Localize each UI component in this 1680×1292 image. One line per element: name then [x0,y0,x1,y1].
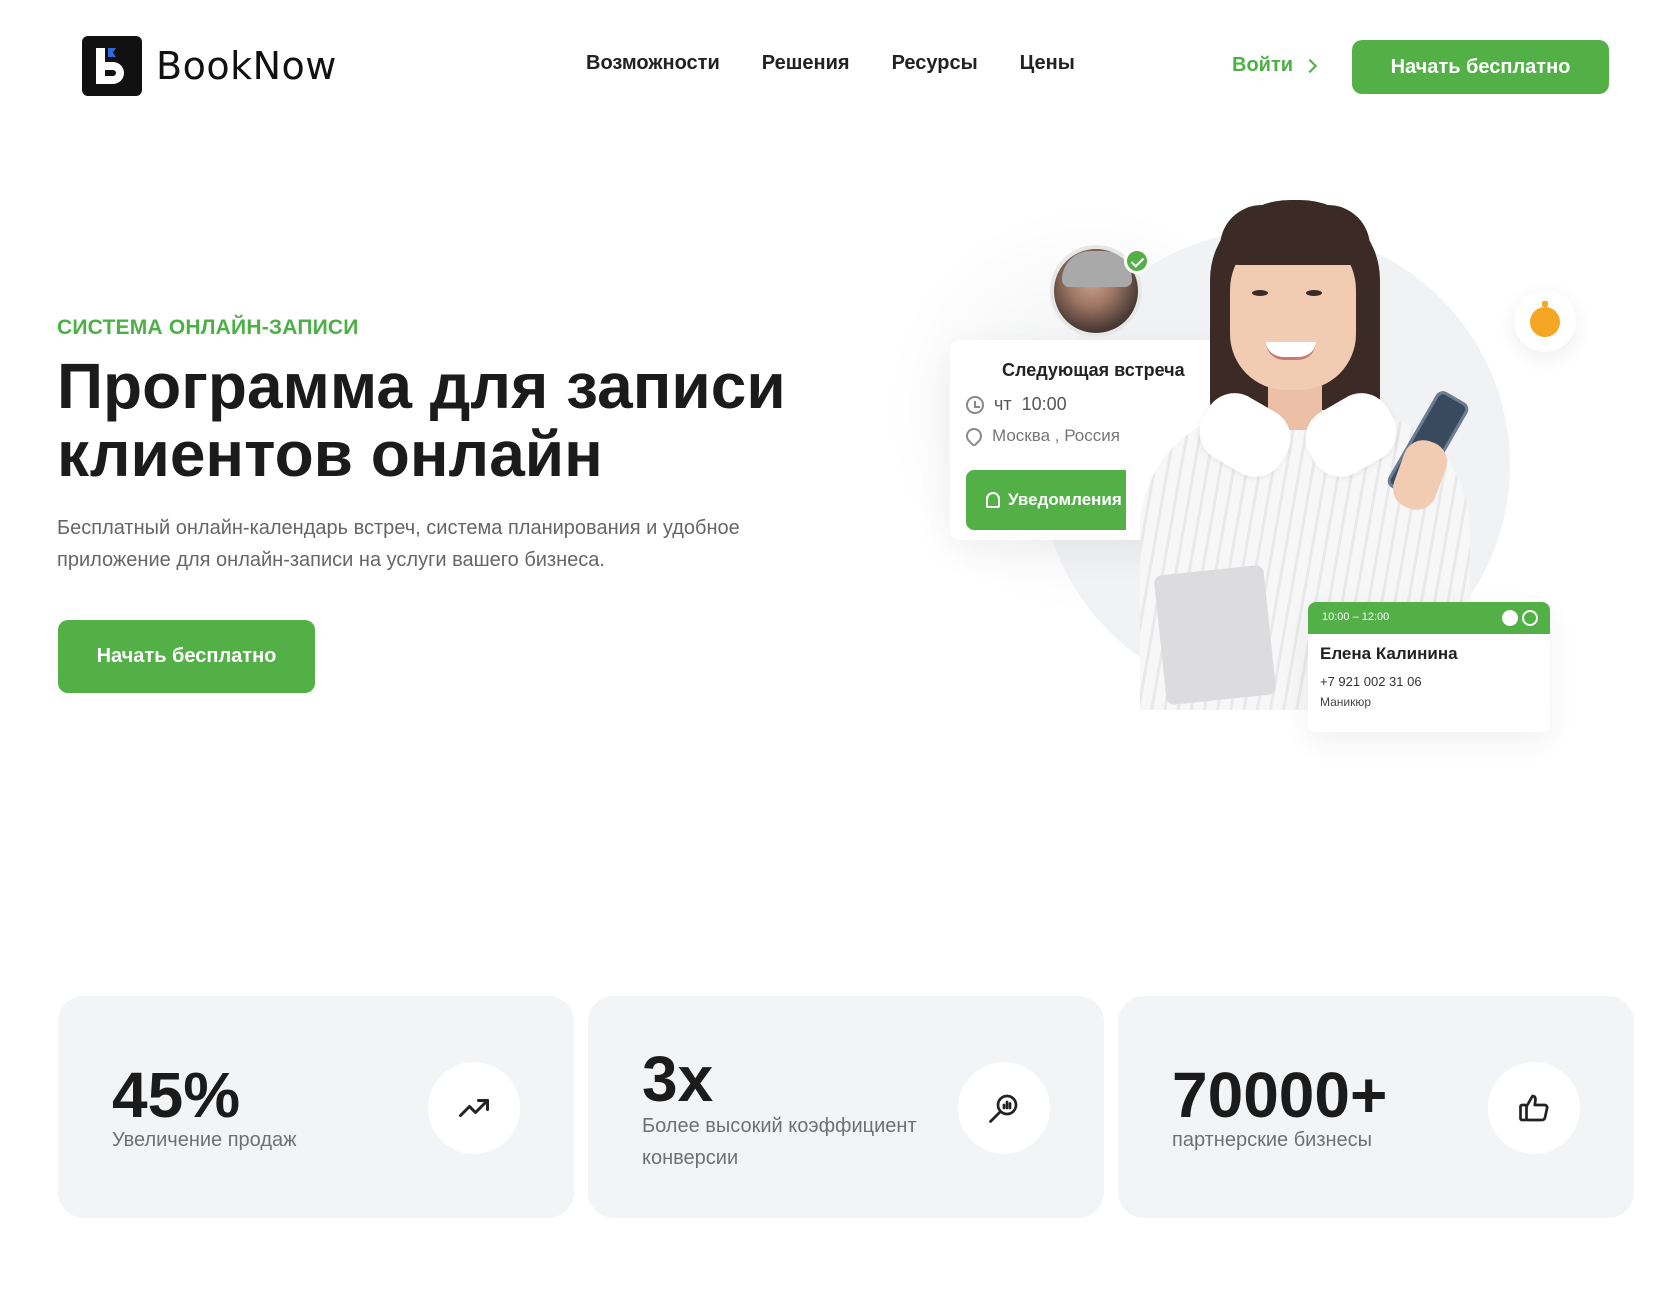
nav-item-pricing[interactable]: Цены [1020,52,1075,75]
nav-item-features[interactable]: Возможности [586,52,720,75]
stopwatch-icon [1514,290,1576,352]
chat-icon [1502,610,1518,626]
logo-text: BookNow [156,44,337,88]
appointment-time-range: 10:00 – 12:00 [1322,611,1390,623]
site-header: BookNow Возможности Решения Ресурсы Цены… [0,0,1680,140]
add-icon [1522,610,1538,626]
nav-item-resources[interactable]: Ресурсы [892,52,978,75]
hero-eyebrow: СИСТЕМА ОНЛАЙН-ЗАПИСИ [57,316,359,339]
logo-icon [82,36,142,96]
meeting-day: чт [994,394,1012,414]
stat-label: Увеличение продаж [112,1129,297,1151]
search-analytics-icon [958,1062,1050,1154]
thumbs-up-icon [1488,1062,1580,1154]
meeting-time: чт 10:00 [966,394,1067,415]
stat-value: 70000+ [1172,1059,1388,1131]
clock-icon [966,395,984,414]
login-label: Войти [1232,54,1294,76]
stat-label: партнерские бизнесы [1172,1129,1373,1151]
client-appointment-card: 10:00 – 12:00 Елена Калинина +7 921 002 … [1308,602,1550,732]
bell-icon [986,492,1000,508]
location-pin-icon [966,426,986,446]
logo[interactable]: BookNow [82,36,337,96]
stat-label: Более высокий коэффициент конверсии [642,1115,917,1169]
stat-value: 45% [112,1059,241,1131]
chevron-right-icon [1302,58,1318,73]
client-phone: +7 921 002 31 06 [1320,674,1422,689]
meeting-time-value: 10:00 [1021,394,1067,414]
hero-illustration: Следующая встреча чт 10:00 Москва , Росс… [880,190,1600,790]
login-link[interactable]: Войти [1232,54,1318,77]
hero-start-free-button[interactable]: Начать бесплатно [58,620,315,693]
stat-value: 3x [642,1043,714,1115]
client-name: Елена Калинина [1320,644,1458,663]
stat-card-partners: 70000+ партнерские бизнесы [1118,996,1634,1218]
main-nav: Возможности Решения Ресурсы Цены [586,52,1075,75]
nav-item-solutions[interactable]: Решения [762,52,850,75]
hero-title: Программа для записи клиентов онлайн [57,350,786,490]
hero-subtitle: Бесплатный онлайн-календарь встреч, сист… [57,517,740,571]
appointment-time-header: 10:00 – 12:00 [1308,602,1550,634]
trending-up-icon [428,1062,520,1154]
stat-card-sales: 45% Увеличение продаж [58,996,574,1218]
client-service: Маникюр [1320,695,1372,709]
stat-card-conversion: 3x Более высокий коэффициент конверсии [588,996,1104,1218]
header-start-free-button[interactable]: Начать бесплатно [1352,40,1609,94]
